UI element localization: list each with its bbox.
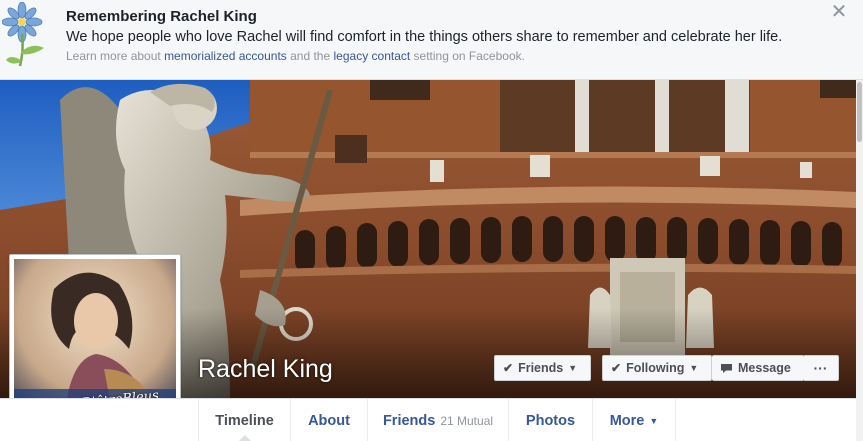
memorialized-accounts-link[interactable]: memorialized accounts	[164, 49, 287, 63]
mutual-friends-count: 21 Mutual	[440, 413, 494, 428]
profile-name[interactable]: Rachel King	[198, 355, 333, 384]
tab-about[interactable]: About	[290, 399, 367, 441]
following-button-label: Following	[626, 361, 685, 375]
memorial-title: Remembering Rachel King	[66, 8, 257, 25]
learn-middle: and the	[286, 49, 334, 63]
tab-more[interactable]: More ▼	[592, 399, 676, 441]
legacy-contact-link[interactable]: legacy contact	[334, 49, 411, 63]
caret-down-icon: ▼	[568, 363, 578, 373]
memorial-banner: Remembering Rachel King We hope people w…	[0, 0, 863, 80]
message-button[interactable]: Message	[712, 355, 804, 381]
friends-button-label: Friends	[518, 361, 564, 375]
more-actions-button[interactable]: ···	[803, 355, 839, 381]
learn-suffix: setting on Facebook.	[410, 49, 525, 63]
memorial-learn-more: Learn more about memorialized accounts a…	[66, 49, 525, 63]
more-dots-icon: ···	[813, 360, 828, 376]
flower-icon	[2, 2, 44, 67]
following-button[interactable]: ✔ Following ▼	[602, 355, 712, 381]
profile-picture-image: FiersD'êtreBleus	[14, 259, 176, 421]
tab-photos-label: Photos	[525, 412, 576, 429]
friends-button[interactable]: ✔ Friends ▼	[494, 355, 591, 381]
tab-about-label: About	[308, 412, 350, 429]
check-icon: ✔	[503, 361, 514, 375]
caret-down-icon: ▼	[649, 415, 659, 426]
learn-prefix: Learn more about	[66, 49, 165, 63]
message-button-label: Message	[738, 361, 791, 375]
caret-down-icon: ▼	[689, 363, 699, 373]
tab-friends-label: Friends	[382, 412, 436, 429]
memorial-message: We hope people who love Rachel will find…	[66, 29, 783, 45]
profile-tab-bar: Timeline About Friends 21 Mutual Photos M…	[0, 398, 856, 441]
tab-friends[interactable]: Friends 21 Mutual	[367, 399, 508, 441]
tab-timeline[interactable]: Timeline	[198, 399, 290, 441]
close-icon[interactable]: ✕	[830, 2, 848, 22]
scrollbar[interactable]	[856, 80, 863, 441]
check-icon: ✔	[611, 361, 622, 375]
tab-timeline-label: Timeline	[215, 412, 274, 429]
tab-photos[interactable]: Photos	[508, 399, 592, 441]
scrollbar-thumb[interactable]	[857, 82, 862, 142]
message-icon	[721, 363, 732, 373]
tab-more-label: More	[609, 412, 645, 429]
